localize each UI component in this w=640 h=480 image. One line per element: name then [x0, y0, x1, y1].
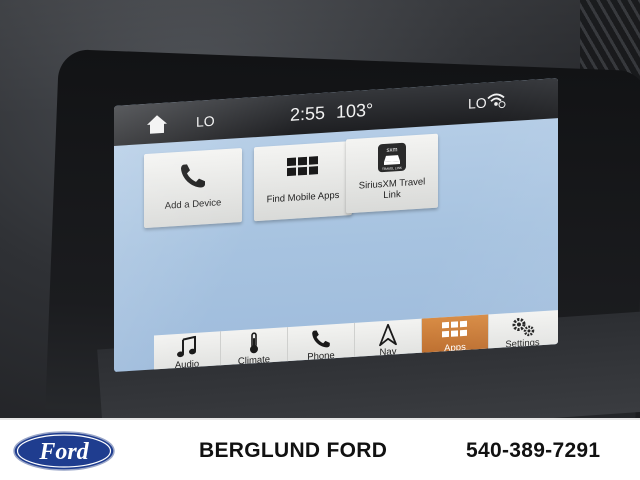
- home-icon[interactable]: [146, 114, 168, 135]
- dock-audio[interactable]: Audio: [154, 331, 221, 372]
- passenger-temp-setting[interactable]: LO: [468, 95, 487, 112]
- navigation-arrow-icon: [379, 323, 397, 347]
- app-grid-icon: [287, 156, 318, 177]
- tile-label: Add a Device: [164, 197, 222, 212]
- dealer-banner: Ford BERGLUND FORD 540-389-7291: [0, 418, 640, 480]
- dealer-phone[interactable]: 540-389-7291: [466, 439, 600, 463]
- siriusxm-travel-link-icon: sxm TRAVEL LINK: [378, 142, 406, 173]
- dealer-name: BERGLUND FORD: [199, 439, 388, 462]
- find-mobile-apps-tile[interactable]: Find Mobile Apps: [254, 141, 352, 222]
- clock: 2:55: [290, 102, 326, 125]
- wifi-icon: [487, 93, 506, 109]
- dashboard-photo: LO 2:55 103° LO Add a Device Find Mobile…: [0, 0, 640, 418]
- sync-touchscreen: LO 2:55 103° LO Add a Device Find Mobile…: [114, 78, 558, 372]
- add-a-device-tile[interactable]: Add a Device: [144, 147, 242, 229]
- phone-icon: [312, 330, 330, 348]
- siriusxm-travel-link-tile[interactable]: sxm TRAVEL LINK SiriusXM Travel Link: [346, 133, 438, 214]
- apps-grid-icon: [442, 320, 467, 338]
- svg-text:sxm: sxm: [387, 147, 398, 154]
- ford-logo-icon: Ford: [13, 431, 115, 471]
- driver-temp-setting[interactable]: LO: [196, 113, 215, 130]
- music-note-icon: [177, 335, 196, 358]
- tile-label: Find Mobile Apps: [266, 189, 340, 206]
- svg-text:Ford: Ford: [38, 439, 89, 465]
- gears-icon: [512, 318, 534, 337]
- outside-temperature: 103°: [336, 99, 374, 123]
- tile-label: SiriusXM Travel Link: [358, 176, 426, 202]
- thermometer-icon: [250, 332, 258, 354]
- phone-handset-icon: [181, 164, 205, 188]
